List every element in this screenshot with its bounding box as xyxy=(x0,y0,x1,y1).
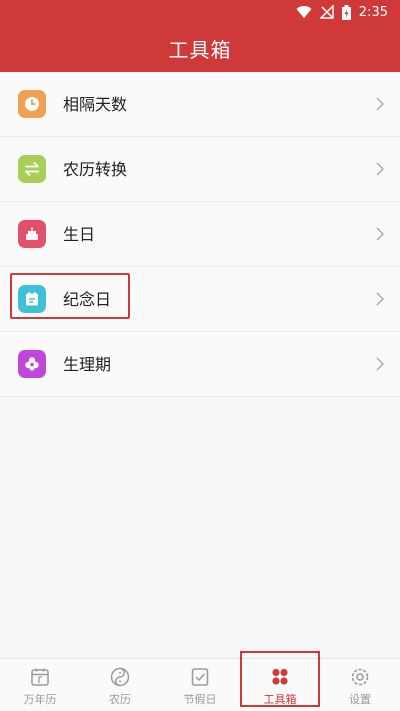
chevron-right-icon xyxy=(376,97,384,111)
tool-item-label: 农历转换 xyxy=(63,160,128,179)
checklist-icon xyxy=(191,668,209,686)
tab-label: 节假日 xyxy=(183,693,217,706)
yin-yang-icon xyxy=(110,667,130,687)
tool-item-label: 生日 xyxy=(63,225,96,244)
grid-dots-icon xyxy=(272,668,288,685)
tool-item-label: 相隔天数 xyxy=(63,95,128,114)
battery-icon xyxy=(341,4,351,20)
bottom-tab-bar: 万年历 农历 节假日 工具箱 设置 xyxy=(0,658,400,711)
status-time: 2:35 xyxy=(358,4,388,20)
tool-item-label: 纪念日 xyxy=(63,290,112,309)
tab-label: 设置 xyxy=(349,693,371,706)
tool-item-menstrual-period[interactable]: 生理期 xyxy=(0,332,400,397)
tool-item-label: 生理期 xyxy=(63,355,112,374)
convert-arrows-icon xyxy=(18,155,46,183)
tab-holidays[interactable]: 节假日 xyxy=(160,659,240,711)
tool-list: 相隔天数 农历转换 生日 纪念日 生理期 xyxy=(0,72,400,397)
tool-item-lunar-conversion[interactable]: 农历转换 xyxy=(0,137,400,202)
status-bar: 2:35 xyxy=(0,0,400,24)
tool-item-anniversary[interactable]: 纪念日 xyxy=(0,267,400,332)
calendar-tab-icon xyxy=(31,668,49,686)
no-signal-icon xyxy=(319,5,334,19)
tab-perpetual-calendar[interactable]: 万年历 xyxy=(0,659,80,711)
tab-settings[interactable]: 设置 xyxy=(320,659,400,711)
calendar-icon xyxy=(18,285,46,313)
chevron-right-icon xyxy=(376,357,384,371)
chevron-right-icon xyxy=(376,292,384,306)
tab-label: 农历 xyxy=(109,693,131,706)
flower-icon xyxy=(18,350,46,378)
clock-icon xyxy=(18,90,46,118)
wifi-icon xyxy=(296,6,312,19)
tool-item-birthday[interactable]: 生日 xyxy=(0,202,400,267)
cake-icon xyxy=(18,220,46,248)
tab-label: 万年历 xyxy=(23,693,57,706)
chevron-right-icon xyxy=(376,227,384,241)
tab-lunar[interactable]: 农历 xyxy=(80,659,160,711)
tool-item-interval-days[interactable]: 相隔天数 xyxy=(0,72,400,137)
tab-label: 工具箱 xyxy=(263,693,297,706)
chevron-right-icon xyxy=(376,162,384,176)
tab-toolbox[interactable]: 工具箱 xyxy=(240,659,320,711)
page-title: 工具箱 xyxy=(0,24,400,72)
gear-icon xyxy=(351,668,369,686)
